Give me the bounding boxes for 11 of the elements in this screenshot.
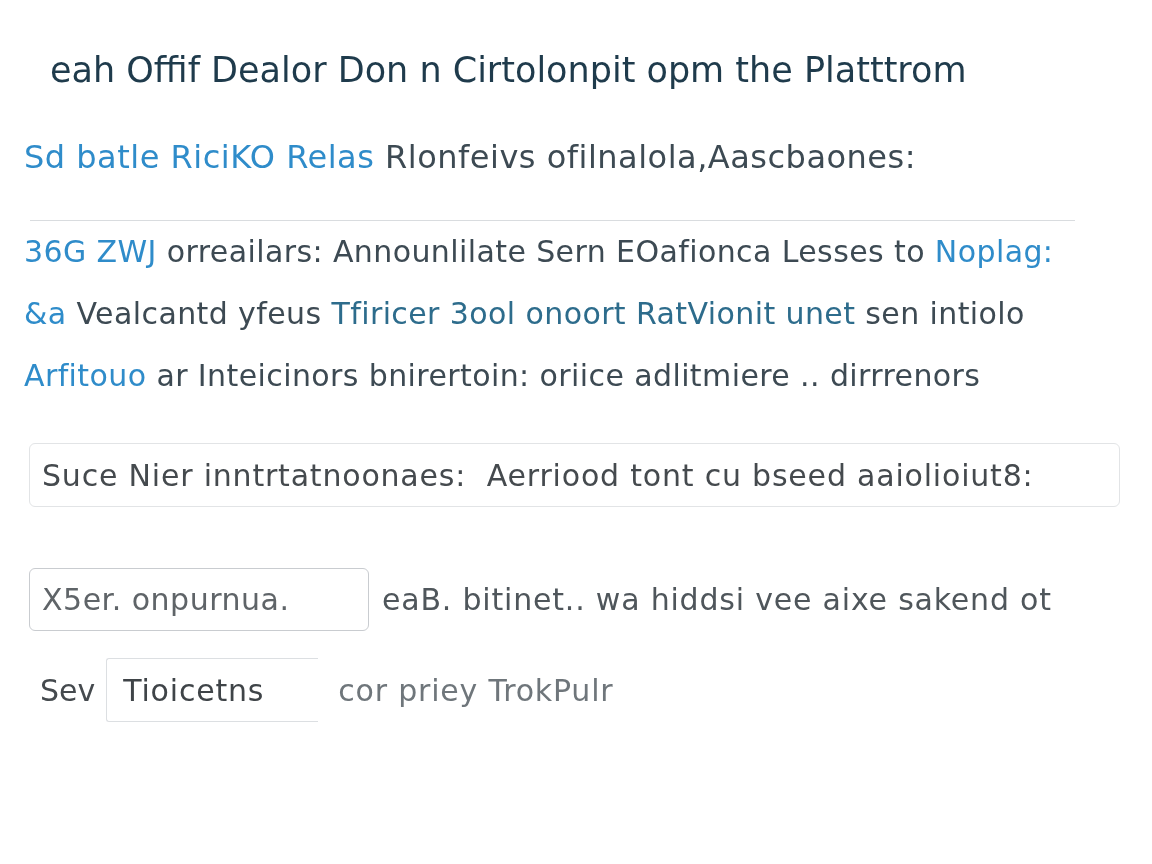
- subtitle: Sd batle RiciKO Relas Rlonfeivs ofilnalola,Aascbaones:: [24, 137, 916, 177]
- body-text-line: 36G ZWJ orreailars: Announlilate Sern EOafionca Lesses to Noplag:: [24, 233, 1054, 271]
- body-text-line: Arfitouo ar Inteicinors bnirertoin: oriice adlitmiere .. dirrrenors: [24, 357, 981, 395]
- inline-text: cor priey TrokPulr: [338, 672, 614, 708]
- text-field[interactable]: Tioicetns: [106, 658, 319, 722]
- inline-text: eaB. bitinet.. wa hiddsi vee aixe sakend ot: [382, 582, 1052, 617]
- field-label: Sev: [40, 672, 96, 708]
- text-field[interactable]: Suce Nier inntrtatnoonaes: Aerriood tont cu bseed aaiolioiut8:: [29, 443, 1120, 507]
- page-title: eah Offif Dealor Don n Cirtolonpit opm the Platttrom: [50, 49, 967, 92]
- text-field[interactable]: X5er. onpurnua.: [29, 568, 369, 631]
- body-text-line: &a Vealcantd yfeus Tfiricer 3ool onoort RatVionit unet sen intiolo: [24, 295, 1025, 333]
